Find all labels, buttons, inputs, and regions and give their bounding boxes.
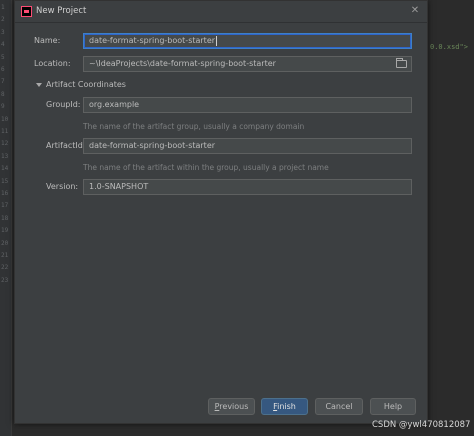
location-label: Location: [34,59,71,68]
finish-button[interactable]: Finish [261,398,308,415]
line-number: 11 [1,128,9,135]
previous-button[interactable]: Previous [208,398,255,415]
line-number: 6 [1,66,5,73]
location-field[interactable]: ~\IdeaProjects\date-format-spring-boot-s… [83,56,412,72]
line-number: 12 [1,140,9,148]
line-number: 3 [1,28,5,36]
line-number: 15 [1,177,9,185]
line-number: 21 [1,252,9,259]
artifact-section-label: Artifact Coordinates [46,80,126,89]
version-field[interactable]: 1.0-SNAPSHOT [83,179,412,195]
version-label: Version: [46,182,79,191]
line-number: 22 [1,264,9,272]
line-number: 5 [1,53,5,61]
watermark: CSDN @ywl470812087 [372,420,471,430]
line-number: 9 [1,103,5,111]
groupid-hint: The name of the artifact group, usually … [83,122,305,131]
line-number: 2 [1,16,5,24]
folder-icon[interactable] [396,58,407,68]
close-icon[interactable]: ✕ [409,4,421,18]
help-button[interactable]: Help [370,398,416,415]
code-snippet: 0.0.xsd"> [430,43,468,51]
text-caret [216,35,218,46]
line-number: 10 [1,115,9,123]
editor-gutter: 1 2 3 4 5 6 7 8 9 10 11 12 13 14 15 16 17 18 19 20 21 22 23 [0,0,12,436]
line-number: 20 [1,239,9,247]
name-label: Name: [34,36,61,45]
groupid-field[interactable]: org.example [83,97,412,113]
artifactid-label: ArtifactId: [46,141,86,150]
dialog-title: New Project [36,6,87,16]
groupid-label: GroupId: [46,100,81,109]
line-number: 13 [1,152,9,160]
dialog-titlebar[interactable]: New Project ✕ [15,1,427,23]
line-number: 23 [1,276,9,284]
intellij-idea-icon [21,6,32,17]
artifact-coordinates-toggle[interactable]: Artifact Coordinates [36,80,126,89]
line-number: 19 [1,227,9,235]
line-number: 18 [1,214,9,222]
artifactid-field[interactable]: date-format-spring-boot-starter [83,138,412,154]
line-number: 14 [1,165,9,173]
cancel-button[interactable]: Cancel [315,398,363,415]
line-number: 8 [1,90,5,98]
artifactid-hint: The name of the artifact within the grou… [83,163,329,172]
line-number: 4 [1,41,5,49]
line-number: 1 [1,4,5,11]
line-number: 16 [1,190,9,197]
line-number: 7 [1,78,5,86]
new-project-dialog: New Project ✕ Name: date-format-spring-b… [14,0,428,424]
line-number: 17 [1,202,9,210]
editor-area[interactable] [428,0,474,436]
name-field[interactable]: date-format-spring-boot-starter [83,33,412,49]
triangle-down-icon [36,82,42,87]
